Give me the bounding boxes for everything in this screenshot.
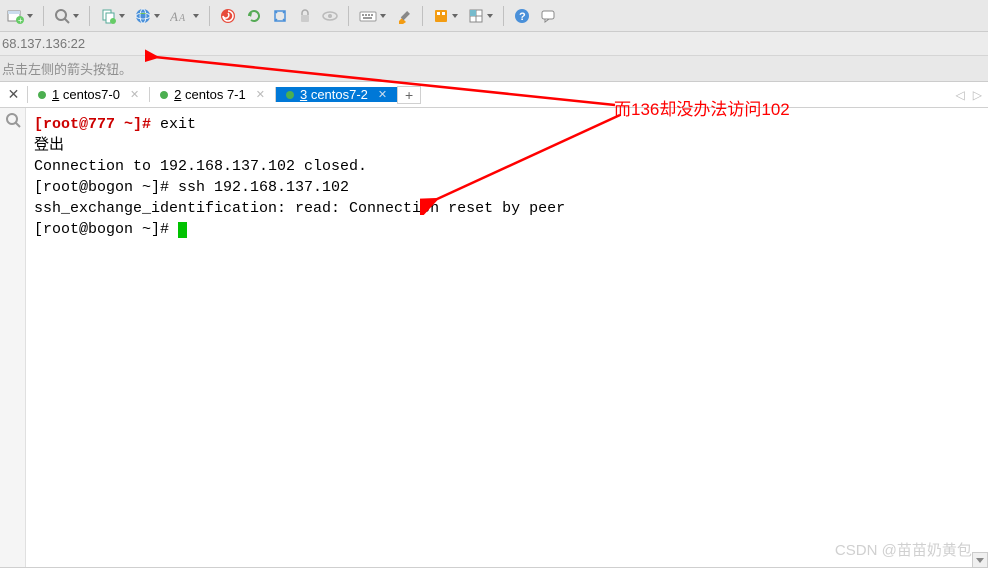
tab-label: 2 centos 7-1 <box>174 87 246 102</box>
add-tab-button[interactable]: + <box>397 86 421 104</box>
tabs-row: ✕ 1 centos7-0 ✕ 2 centos 7-1 ✕ 3 centos7… <box>0 82 988 108</box>
left-gutter <box>0 108 26 568</box>
scroll-right-icon[interactable]: ▷ <box>973 88 982 102</box>
find-icon[interactable] <box>5 112 21 128</box>
command-text: exit <box>151 116 196 133</box>
terminal-line: Connection to 192.168.137.102 closed. <box>34 158 367 175</box>
hint-text: 点击左侧的箭头按钮。 <box>2 59 132 78</box>
svg-text:A: A <box>170 9 178 24</box>
spiral-button[interactable] <box>218 4 238 28</box>
copy-button[interactable] <box>98 4 127 28</box>
app-button[interactable] <box>431 4 460 28</box>
status-dot-icon <box>286 91 294 99</box>
annotation-text: 而136却没办法访问102 <box>614 95 790 120</box>
globe-button[interactable] <box>133 4 162 28</box>
terminal-line: ssh_exchange_identification: read: Conne… <box>34 200 565 217</box>
watermark: CSDN @苗苗奶黄包. <box>835 539 976 560</box>
status-dot-icon <box>160 91 168 99</box>
svg-text:A: A <box>178 13 186 24</box>
hint-bar: 点击左侧的箭头按钮。 <box>0 56 988 82</box>
address-bar[interactable]: 68.137.136:22 <box>0 32 988 56</box>
svg-text:?: ? <box>519 11 526 23</box>
tabs-scroll-controls: ◁ ▷ <box>956 82 988 107</box>
main-toolbar: + AA ? <box>0 0 988 32</box>
highlight-button[interactable] <box>394 4 414 28</box>
cursor-icon <box>178 222 187 238</box>
tab-label: 1 centos7-0 <box>52 87 120 102</box>
tab-close-icon[interactable]: ✕ <box>256 88 265 101</box>
lock-button[interactable] <box>296 4 314 28</box>
tab-close-icon[interactable]: ✕ <box>130 88 139 101</box>
scroll-left-icon[interactable]: ◁ <box>956 88 965 102</box>
tab-centos7-2[interactable]: 3 centos7-2 ✕ <box>276 87 398 102</box>
prompt: [root@777 ~]# <box>34 116 151 133</box>
eye-button[interactable] <box>320 4 340 28</box>
expand-button[interactable] <box>270 4 290 28</box>
tab-centos7-1[interactable]: 2 centos 7-1 ✕ <box>150 87 276 102</box>
svg-text:+: + <box>18 16 23 25</box>
new-session-button[interactable]: + <box>4 4 35 28</box>
address-text: 68.137.136:22 <box>2 36 85 51</box>
terminal[interactable]: [root@777 ~]# exit 登出 Connection to 192.… <box>26 108 988 568</box>
terminal-line: [root@bogon ~]# <box>34 221 178 238</box>
layout-button[interactable] <box>466 4 495 28</box>
search-button[interactable] <box>52 4 81 28</box>
terminal-line: 登出 <box>34 137 64 154</box>
body-row: [root@777 ~]# exit 登出 Connection to 192.… <box>0 108 988 568</box>
tab-centos7-0[interactable]: 1 centos7-0 ✕ <box>28 87 150 102</box>
tab-close-icon[interactable]: ✕ <box>378 88 387 101</box>
status-dot-icon <box>38 91 46 99</box>
chat-button[interactable] <box>538 4 558 28</box>
help-button[interactable]: ? <box>512 4 532 28</box>
tab-label: 3 centos7-2 <box>300 87 368 102</box>
refresh-button[interactable] <box>244 4 264 28</box>
close-all-tabs-button[interactable]: ✕ <box>0 86 28 103</box>
terminal-line: [root@bogon ~]# ssh 192.168.137.102 <box>34 179 349 196</box>
font-button[interactable]: AA <box>168 4 201 28</box>
keyboard-button[interactable] <box>357 4 388 28</box>
scroll-down-button[interactable] <box>972 552 988 568</box>
